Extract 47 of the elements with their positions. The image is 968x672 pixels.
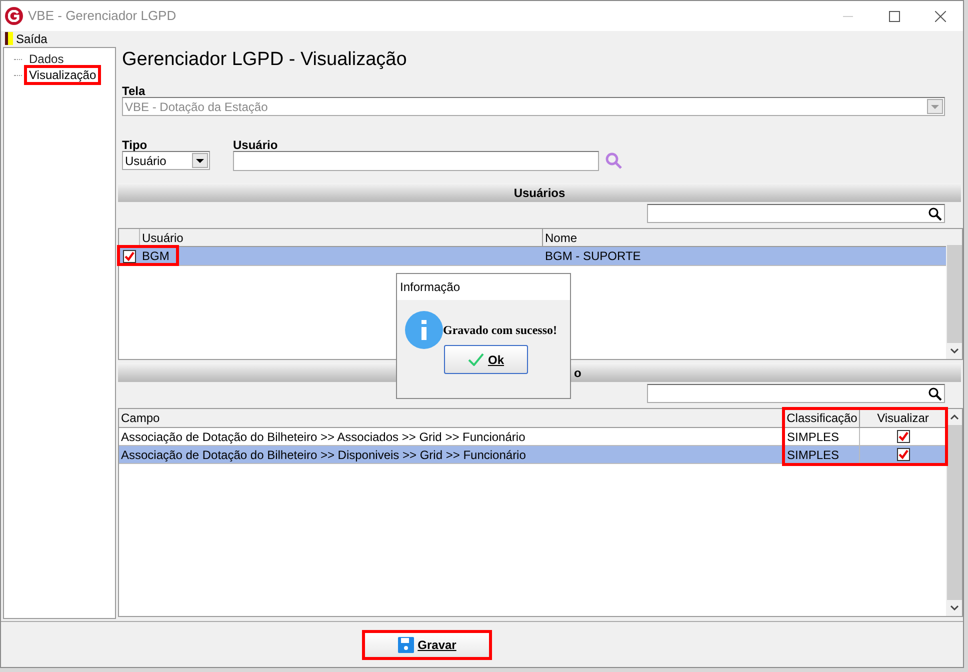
field-label: Tela (122, 83, 146, 96)
table-cell: Associação de Dotação do Bilheteiro >> Associados >> Grid >> Funcionário (119, 428, 785, 445)
dialog-message: Gravado com sucesso! (443, 322, 557, 339)
table-cell: SIMPLES (785, 428, 860, 445)
column-header[interactable]: Campo (119, 409, 785, 427)
user-input[interactable] (233, 151, 599, 171)
exit-door-icon (5, 32, 13, 45)
checkbox[interactable] (896, 430, 910, 443)
app-logo-icon (5, 7, 23, 25)
table-row[interactable]: BGM BGM - SUPORTE (119, 247, 946, 266)
search-field[interactable] (647, 204, 945, 223)
table-cell: Associação de Dotação do Bilheteiro >> Disponiveis >> Grid >> Funcionário (119, 446, 785, 463)
search-icon (928, 206, 942, 220)
close-icon (934, 10, 946, 22)
column-header[interactable]: Nome (543, 229, 946, 246)
check-icon (468, 353, 484, 366)
scrollbar[interactable] (946, 229, 962, 359)
tree-item[interactable]: Visualização (24, 65, 102, 85)
section-header: Usuários (118, 183, 961, 202)
page-heading: Gerenciador LGPD - Visualização (122, 48, 408, 72)
column-header[interactable]: Classificação (785, 409, 860, 427)
table-row[interactable]: Associação de Dotação do Bilheteiro >> Associados >> Grid >> Funcionário SIMPLES (119, 428, 946, 446)
menu-item[interactable]: Saída (5, 30, 48, 48)
maximize-icon (888, 10, 900, 22)
dialog-title: Informação (397, 274, 570, 300)
table-cell: SIMPLES (785, 446, 860, 463)
table-row[interactable]: Associação de Dotação do Bilheteiro >> Disponiveis >> Grid >> Funcionário SIMPLES (119, 446, 946, 464)
type-dropdown[interactable]: Usuário (122, 151, 210, 170)
scrollbar[interactable] (946, 409, 962, 616)
search-field[interactable] (647, 384, 945, 403)
search-icon (928, 386, 942, 400)
window-title: VBE - Gerenciador LGPD (28, 7, 176, 26)
ok-button[interactable]: Ok (444, 345, 528, 374)
scroll-thumb[interactable] (946, 245, 962, 343)
checkbox[interactable] (123, 250, 136, 262)
field-label: Tipo (122, 137, 148, 150)
column-header[interactable]: Usuário (140, 229, 543, 246)
scroll-thumb[interactable] (946, 425, 962, 600)
field-label: Usuário (233, 137, 279, 150)
checkbox[interactable] (896, 448, 910, 461)
column-header[interactable]: Visualizar (860, 409, 946, 427)
save-button[interactable]: Gravar (362, 630, 492, 660)
dropdown-value: VBE - Dotação da Estação (125, 98, 269, 116)
search-icon[interactable] (605, 152, 623, 170)
info-icon (405, 311, 443, 349)
table-cell-text: BGM - SUPORTE (544, 248, 642, 265)
table-cell-text: BGM (141, 248, 170, 265)
